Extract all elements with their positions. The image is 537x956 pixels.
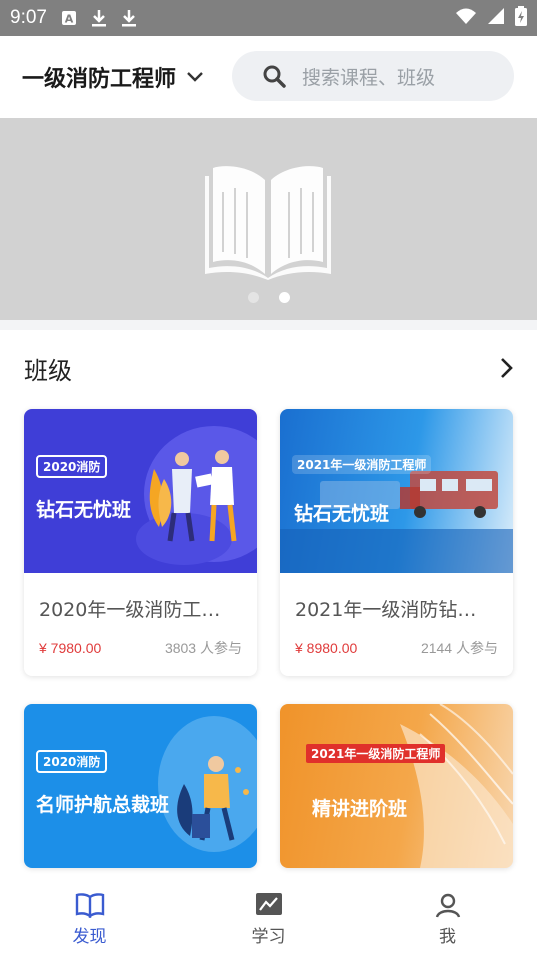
course-headline: 精讲进阶班 [312, 798, 408, 820]
search-icon [263, 65, 286, 88]
chart-icon [255, 893, 282, 915]
course-participants: 2144 人参与 [420, 640, 498, 656]
exam-selector-label: 一级消防工程师 [22, 67, 177, 92]
tab-study[interactable]: 学习 [179, 882, 358, 956]
tab-label: 发现 [72, 927, 107, 947]
section-header: 班级 [24, 350, 514, 386]
course-headline: 名师护航总裁班 [36, 794, 170, 816]
course-card[interactable]: 2020消防 钻石无忧班 2020年一级消防工… ¥ 7980.00 3803 … [24, 409, 257, 676]
chevron-right-icon[interactable] [500, 357, 514, 379]
keyboard-icon: A [61, 10, 77, 26]
status-time: 9:07 [10, 7, 47, 28]
course-thumbnail: 2021年一级消防工程师 钻石无忧班 [280, 409, 513, 573]
course-badge: 2021年一级消防工程师 [306, 744, 446, 763]
book-icon [75, 893, 104, 918]
course-name: 2020年一级消防工… [39, 599, 221, 621]
course-badge: 2020消防 [36, 455, 108, 478]
course-headline: 钻石无忧班 [36, 499, 132, 521]
banner-carousel[interactable] [0, 118, 537, 320]
course-card[interactable]: 2020消防 名师护航总裁班 [24, 704, 257, 868]
search-placeholder: 搜索课程、班级 [302, 66, 436, 89]
course-card[interactable]: 2021年一级消防工程师 钻石无忧班 2021年一级消防钻… ¥ 8980.00… [280, 409, 513, 676]
battery-icon [515, 6, 527, 30]
top-header: 一级消防工程师 搜索课程、班级 [0, 36, 537, 118]
carousel-dot[interactable] [247, 292, 259, 303]
carousel-indicator [0, 292, 537, 303]
tab-discover[interactable]: 发现 [0, 882, 179, 956]
course-meta: ¥ 7980.00 3803 人参与 [39, 638, 242, 658]
course-badge: 2021年一级消防工程师 [292, 455, 432, 474]
course-thumbnail: 2021年一级消防工程师 精讲进阶班 [280, 704, 513, 868]
bottom-tab-bar: 发现 学习 我 [0, 882, 537, 956]
signal-icon [487, 7, 505, 29]
course-participants: 3803 人参与 [164, 640, 242, 656]
download-icon [91, 9, 107, 27]
svg-text:A: A [65, 13, 74, 26]
open-book-icon [205, 166, 331, 280]
chevron-down-icon [187, 72, 203, 82]
exam-selector[interactable]: 一级消防工程师 [22, 61, 204, 93]
class-section: 班级 2020消防 钻石无忧班 2020年一级消防工… ¥ 7980.00 38… [0, 330, 537, 882]
tab-label: 学习 [251, 927, 286, 947]
course-meta: ¥ 8980.00 2144 人参与 [295, 638, 498, 658]
section-title: 班级 [24, 356, 72, 385]
course-thumbnail: 2020消防 名师护航总裁班 [24, 704, 257, 868]
carousel-dot-active[interactable] [278, 292, 290, 303]
course-thumbnail: 2020消防 钻石无忧班 [24, 409, 257, 573]
user-icon [435, 893, 460, 918]
course-badge: 2020消防 [36, 750, 108, 773]
course-headline: 钻石无忧班 [294, 503, 390, 525]
course-card[interactable]: 2021年一级消防工程师 精讲进阶班 [280, 704, 513, 868]
status-bar: 9:07 A [0, 0, 537, 36]
course-price: ¥ 8980.00 [295, 640, 358, 656]
download-icon [121, 9, 137, 27]
wifi-icon [455, 7, 477, 29]
course-name: 2021年一级消防钻… [295, 599, 477, 621]
course-price: ¥ 7980.00 [39, 640, 102, 656]
tab-me[interactable]: 我 [358, 882, 537, 956]
tab-label: 我 [439, 927, 456, 947]
search-bar[interactable]: 搜索课程、班级 [232, 51, 514, 101]
